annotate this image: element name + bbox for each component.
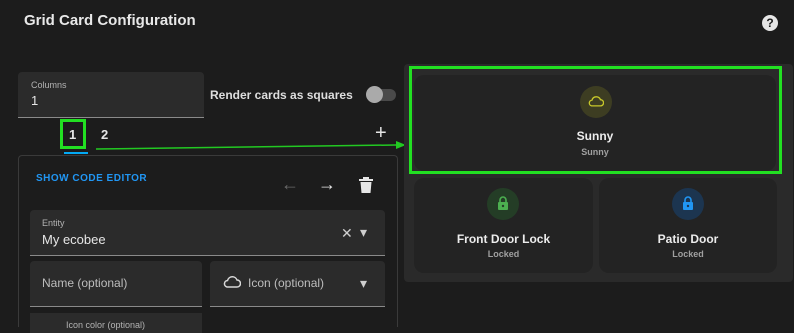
- columns-value: 1: [31, 93, 39, 108]
- entity-field[interactable]: Entity My ecobee ✕ ▾: [30, 210, 385, 256]
- name-field[interactable]: Name (optional): [30, 261, 202, 307]
- tab-selected-indicator: [64, 152, 88, 154]
- card-title: Front Door Lock: [456, 232, 551, 246]
- icon-placeholder: Icon (optional): [248, 276, 325, 290]
- clear-icon[interactable]: ✕: [341, 225, 353, 242]
- show-code-editor-button[interactable]: SHOW CODE EDITOR: [36, 173, 147, 184]
- card-icon-circle: [487, 188, 519, 220]
- help-circle-icon[interactable]: ?: [762, 15, 778, 31]
- card-subtitle: Locked: [672, 249, 704, 259]
- toggle-knob[interactable]: [366, 86, 383, 103]
- columns-field[interactable]: Columns 1: [18, 72, 204, 118]
- card-icon-circle: [672, 188, 704, 220]
- name-placeholder: Name (optional): [42, 276, 128, 290]
- entity-label: Entity: [42, 218, 65, 228]
- columns-label: Columns: [31, 80, 67, 90]
- card-title: Patio Door: [657, 232, 719, 246]
- icon-color-label: Icon color (optional): [66, 320, 146, 330]
- tab-1-highlight: [60, 119, 86, 149]
- chevron-down-icon[interactable]: ▾: [360, 224, 367, 241]
- icon-field[interactable]: Icon (optional) ▾: [210, 261, 385, 307]
- weather-cloudy-icon: [223, 276, 241, 288]
- lock-icon: [683, 196, 693, 210]
- icon-color-field[interactable]: Icon color (optional): [30, 313, 202, 333]
- arrow-left-icon[interactable]: ←: [281, 174, 299, 195]
- entity-value: My ecobee: [42, 232, 106, 247]
- delete-icon[interactable]: [359, 177, 373, 193]
- card-subtitle: Locked: [487, 249, 520, 259]
- chevron-down-icon[interactable]: ▾: [360, 275, 367, 292]
- preview-card-highlight: [409, 66, 782, 174]
- arrow-right-icon[interactable]: →: [318, 174, 336, 195]
- dialog-title: Grid Card Configuration: [24, 12, 196, 29]
- annotation-arrow: [96, 141, 406, 150]
- render-squares-label: Render cards as squares: [210, 88, 353, 102]
- lock-icon: [498, 196, 508, 210]
